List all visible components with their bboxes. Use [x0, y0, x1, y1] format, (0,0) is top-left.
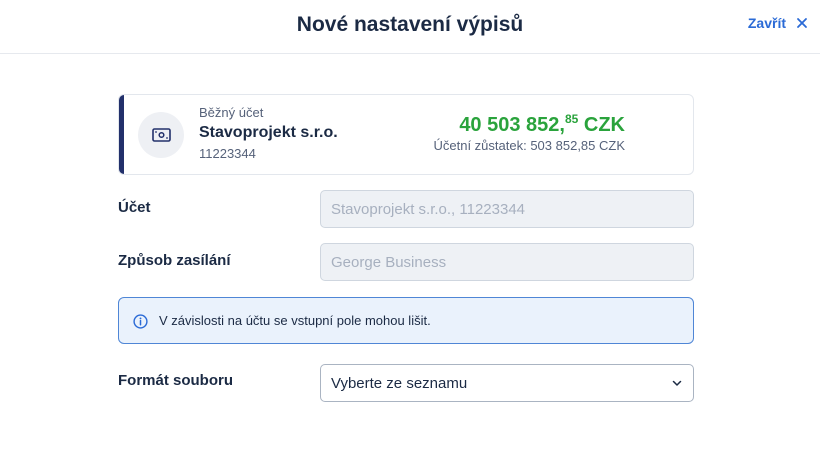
balance-decimals: 85 [564, 112, 579, 126]
accounting-balance: Účetní zůstatek: 503 852,85 CZK [433, 138, 626, 153]
account-number: 11223344 [199, 146, 256, 161]
delivery-method-input[interactable] [320, 243, 694, 281]
account-avatar [138, 112, 184, 158]
info-text: V závislosti na účtu se vstupní pole moh… [159, 313, 431, 328]
balance-currency: CZK [578, 114, 625, 136]
file-format-select[interactable]: Vyberte ze seznamu [320, 364, 694, 402]
close-label: Zavřít [747, 15, 786, 31]
delivery-field-label: Způsob zasílání [118, 252, 231, 269]
chevron-down-icon [672, 380, 682, 386]
info-icon [133, 314, 148, 329]
close-button[interactable]: Zavřít [748, 15, 808, 31]
modal-title: Nové nastavení výpisů [296, 13, 524, 36]
account-field-label: Účet [118, 199, 151, 216]
card-accent-bar [119, 95, 124, 174]
file-format-value: Vyberte ze seznamu [331, 375, 468, 392]
available-balance: 40 503 852,85 CZK [459, 112, 625, 137]
account-card: Běžný účet Stavoprojekt s.r.o. 11223344 … [118, 94, 694, 175]
banknote-icon [151, 128, 171, 142]
account-name: Stavoprojekt s.r.o. [199, 124, 338, 141]
account-type: Běžný účet [199, 105, 264, 120]
account-input[interactable] [320, 190, 694, 228]
file-format-label: Formát souboru [118, 372, 233, 389]
balance-main: 40 503 852, [459, 114, 565, 136]
info-banner: V závislosti na účtu se vstupní pole moh… [118, 297, 694, 344]
modal-header: Nové nastavení výpisů Zavřít [0, 0, 820, 54]
close-icon [797, 18, 807, 28]
